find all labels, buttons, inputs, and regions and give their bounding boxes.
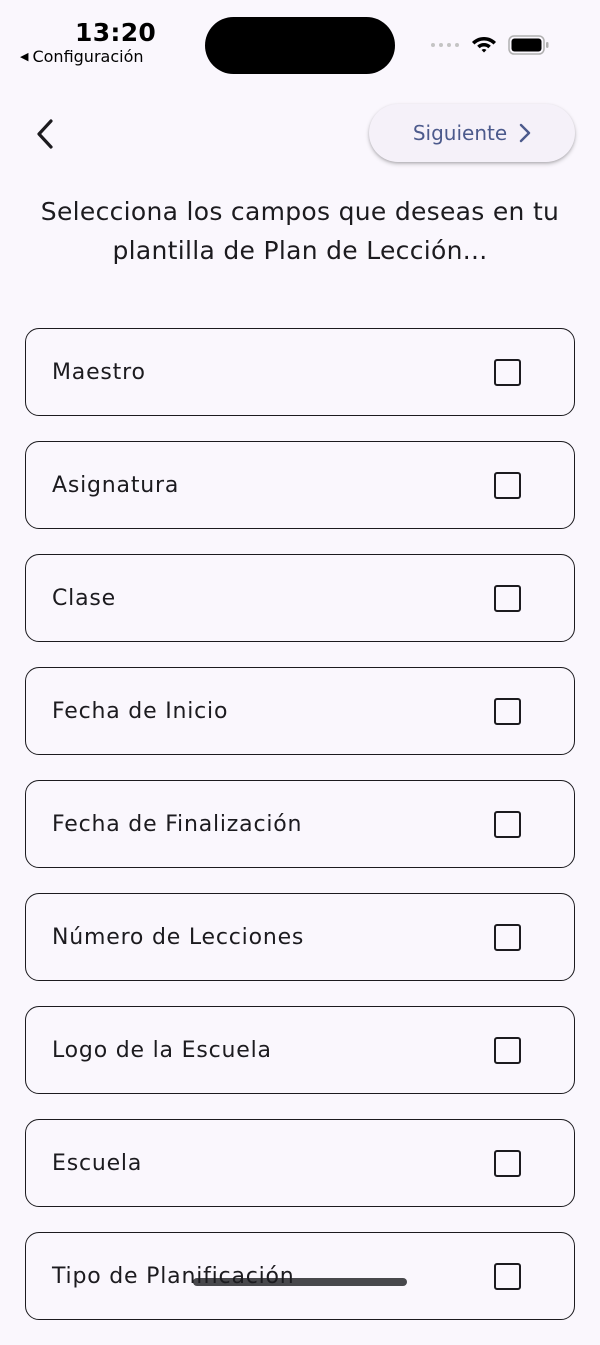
next-button-label: Siguiente xyxy=(412,121,508,145)
checkbox[interactable] xyxy=(494,1262,521,1290)
cellular-signal-icon xyxy=(431,43,459,47)
status-time: 13:20 xyxy=(75,18,157,47)
field-option-fecha-inicio[interactable]: Fecha de Inicio xyxy=(25,667,575,755)
field-option-clase[interactable]: Clase xyxy=(25,554,575,642)
back-triangle-icon: ◀ xyxy=(20,50,29,63)
field-label: Escuela xyxy=(52,1150,143,1176)
battery-icon xyxy=(508,35,549,55)
checkbox[interactable] xyxy=(494,697,521,725)
field-label: Número de Lecciones xyxy=(52,924,305,950)
wifi-icon xyxy=(472,37,496,53)
next-button[interactable]: Siguiente xyxy=(369,104,575,162)
field-label: Asignatura xyxy=(52,472,180,498)
field-option-logo-escuela[interactable]: Logo de la Escuela xyxy=(25,1006,575,1094)
field-option-maestro[interactable]: Maestro xyxy=(25,328,575,416)
back-app-label: Configuración xyxy=(32,47,144,66)
field-option-asignatura[interactable]: Asignatura xyxy=(25,441,575,529)
instruction-text: Selecciona los campos que deseas en tu p… xyxy=(40,197,560,265)
field-option-escuela[interactable]: Escuela xyxy=(25,1119,575,1207)
checkbox[interactable] xyxy=(494,584,521,612)
field-label: Clase xyxy=(52,585,116,611)
field-list: Maestro Asignatura Clase Fecha de Inicio… xyxy=(25,328,575,1345)
field-label: Fecha de Finalización xyxy=(52,811,303,837)
home-indicator[interactable] xyxy=(193,1278,407,1286)
checkbox[interactable] xyxy=(494,923,521,951)
checkbox[interactable] xyxy=(494,810,521,838)
back-to-app-link[interactable]: ◀ Configuración xyxy=(20,47,144,66)
field-option-tipo-planificacion[interactable]: Tipo de Planificación xyxy=(25,1232,575,1320)
back-button[interactable] xyxy=(26,112,64,156)
field-label: Fecha de Inicio xyxy=(52,698,229,724)
checkbox[interactable] xyxy=(494,1149,521,1177)
chevron-left-icon xyxy=(37,119,53,149)
checkbox[interactable] xyxy=(494,358,521,386)
field-option-fecha-finalizacion[interactable]: Fecha de Finalización xyxy=(25,780,575,868)
checkbox[interactable] xyxy=(494,1036,521,1064)
checkbox[interactable] xyxy=(494,471,521,499)
chevron-right-icon xyxy=(519,123,531,143)
field-option-numero-lecciones[interactable]: Número de Lecciones xyxy=(25,893,575,981)
dynamic-island xyxy=(205,17,395,74)
status-bar: 13:20 ◀ Configuración xyxy=(0,0,600,80)
field-label: Maestro xyxy=(52,359,146,385)
field-label: Logo de la Escuela xyxy=(52,1037,272,1063)
